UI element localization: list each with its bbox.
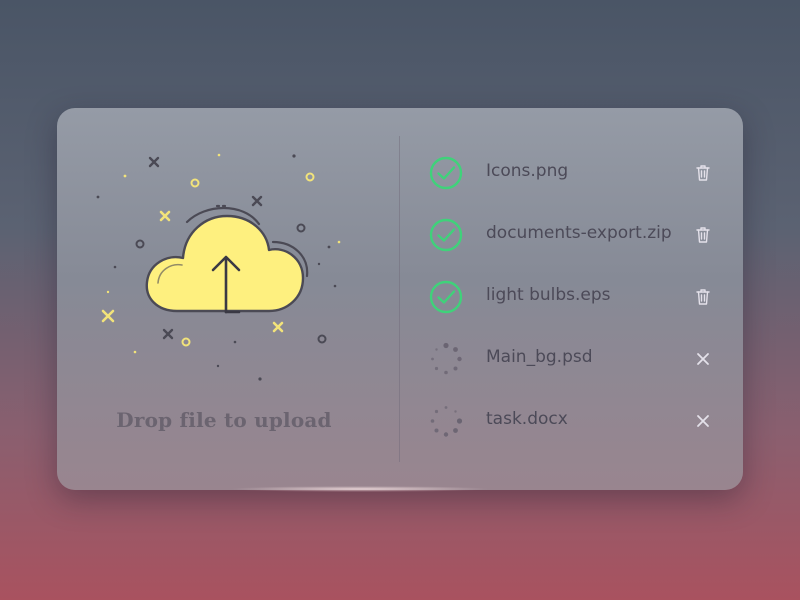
cancel-button[interactable] bbox=[694, 349, 712, 369]
file-name: documents-export.zip bbox=[486, 223, 672, 243]
close-icon bbox=[697, 353, 709, 365]
file-row: task.docx bbox=[400, 390, 743, 452]
loading-spinner-icon bbox=[430, 406, 463, 437]
file-row: Main_bg.psd bbox=[400, 328, 743, 390]
delete-button[interactable] bbox=[694, 287, 712, 307]
file-row: Icons.png bbox=[400, 142, 743, 204]
check-circle-icon bbox=[429, 156, 463, 190]
trash-icon bbox=[696, 227, 710, 243]
file-name: Main_bg.psd bbox=[486, 347, 593, 367]
trash-icon bbox=[696, 289, 710, 305]
file-row: light bulbs.eps bbox=[400, 266, 743, 328]
file-name: Icons.png bbox=[486, 161, 569, 181]
upload-card: Drop file to upload Icons.png documents-… bbox=[57, 108, 743, 490]
delete-button[interactable] bbox=[694, 225, 712, 245]
check-circle-icon bbox=[429, 218, 463, 252]
cancel-button[interactable] bbox=[694, 411, 712, 431]
file-list: Icons.png documents-export.zip light bul… bbox=[400, 142, 743, 452]
card-glow bbox=[230, 486, 490, 492]
drop-zone[interactable]: Drop file to upload bbox=[57, 108, 399, 490]
file-name: task.docx bbox=[486, 409, 568, 429]
check-circle-icon bbox=[429, 280, 463, 314]
close-icon bbox=[697, 415, 709, 427]
delete-button[interactable] bbox=[694, 163, 712, 183]
cloud-upload-icon bbox=[96, 153, 341, 381]
file-name: light bulbs.eps bbox=[486, 285, 611, 305]
drop-file-label: Drop file to upload bbox=[116, 408, 332, 432]
file-row: documents-export.zip bbox=[400, 204, 743, 266]
trash-icon bbox=[696, 165, 710, 181]
loading-spinner-icon bbox=[431, 342, 462, 375]
